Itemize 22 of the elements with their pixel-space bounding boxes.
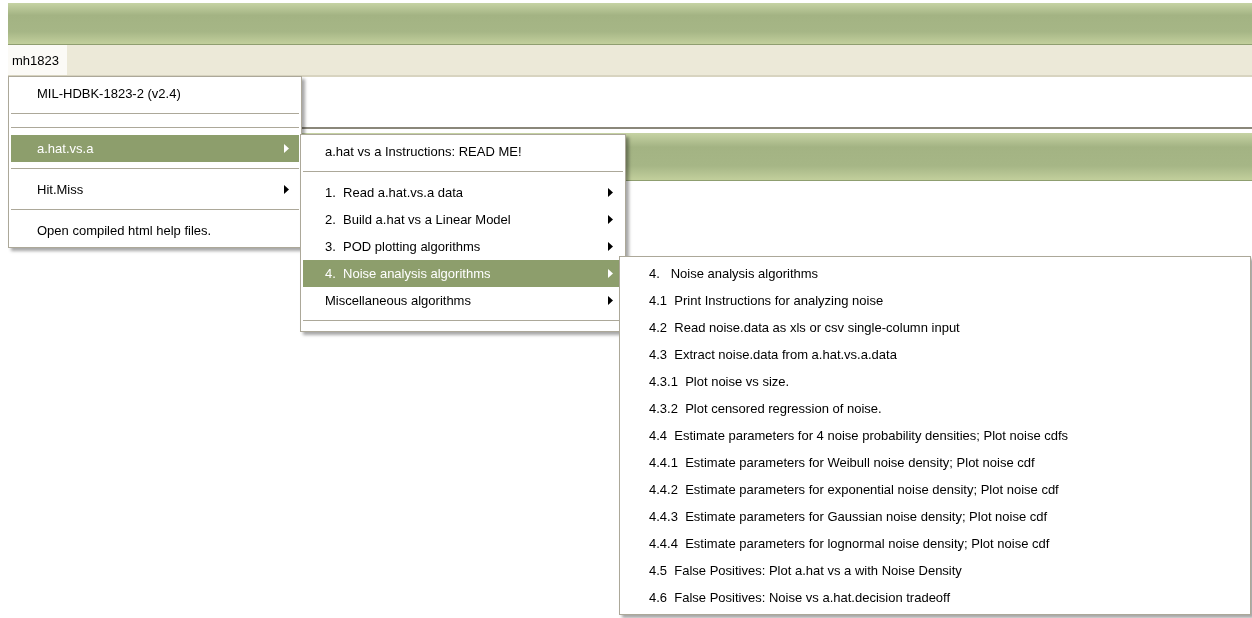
menu-item[interactable]: 4.3.1 Plot noise vs size.	[622, 368, 1248, 395]
menu-item[interactable]: 4.3.2 Plot censored regression of noise.	[622, 395, 1248, 422]
menu-item[interactable]: 4.4.2 Estimate parameters for exponential noise density; Plot noise cdf	[622, 476, 1248, 503]
menu-item[interactable]: Miscellaneous algorithms	[303, 287, 623, 314]
menu-item[interactable]: 4.4.4 Estimate parameters for lognormal noise density; Plot noise cdf	[622, 530, 1248, 557]
menu-item[interactable]: a.hat vs a Instructions: READ ME!	[303, 138, 623, 165]
menu-item[interactable]: 4.5 False Positives: Plot a.hat vs a with Noise Density	[622, 557, 1248, 584]
menu-item[interactable]: 1. Read a.hat.vs.a data	[303, 179, 623, 206]
menu-item[interactable]: 4.6 False Positives: Noise vs a.hat.decision tradeoff	[622, 584, 1248, 611]
menu-bar-item[interactable]: mh1823	[8, 45, 67, 75]
menu-item[interactable]: 4.4.3 Estimate parameters for Gaussian noise density; Plot noise cdf	[622, 503, 1248, 530]
menu-item[interactable]: 4.1 Print Instructions for analyzing noise	[622, 287, 1248, 314]
menu-item[interactable]: 4.4.1 Estimate parameters for Weibull noise density; Plot noise cdf	[622, 449, 1248, 476]
menu-item[interactable]: Hit.Miss	[11, 176, 299, 203]
menu-item[interactable]: 4.4 Estimate parameters for 4 noise probability densities; Plot noise cdfs	[622, 422, 1248, 449]
menu-item[interactable]: 2. Build a.hat vs a Linear Model	[303, 206, 623, 233]
menu-item[interactable]: 3. POD plotting algorithms	[303, 233, 623, 260]
menu-item[interactable]: Open compiled html help files.	[11, 217, 299, 244]
menu-item[interactable]: MIL-HDBK-1823-2 (v2.4)	[11, 80, 299, 107]
menu-item[interactable]: 4. Noise analysis algorithms	[622, 260, 1248, 287]
menu-item[interactable]: 4.2 Read noise.data as xls or csv single-column input	[622, 314, 1248, 341]
menu-item[interactable]: 4.3 Extract noise.data from a.hat.vs.a.data	[622, 341, 1248, 368]
